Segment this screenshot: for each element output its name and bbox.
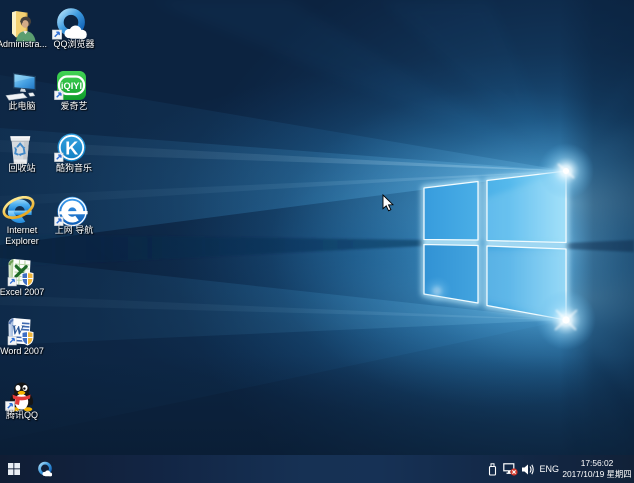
svg-text:K: K xyxy=(65,138,78,158)
svg-text:iQIYI: iQIYI xyxy=(61,81,82,91)
